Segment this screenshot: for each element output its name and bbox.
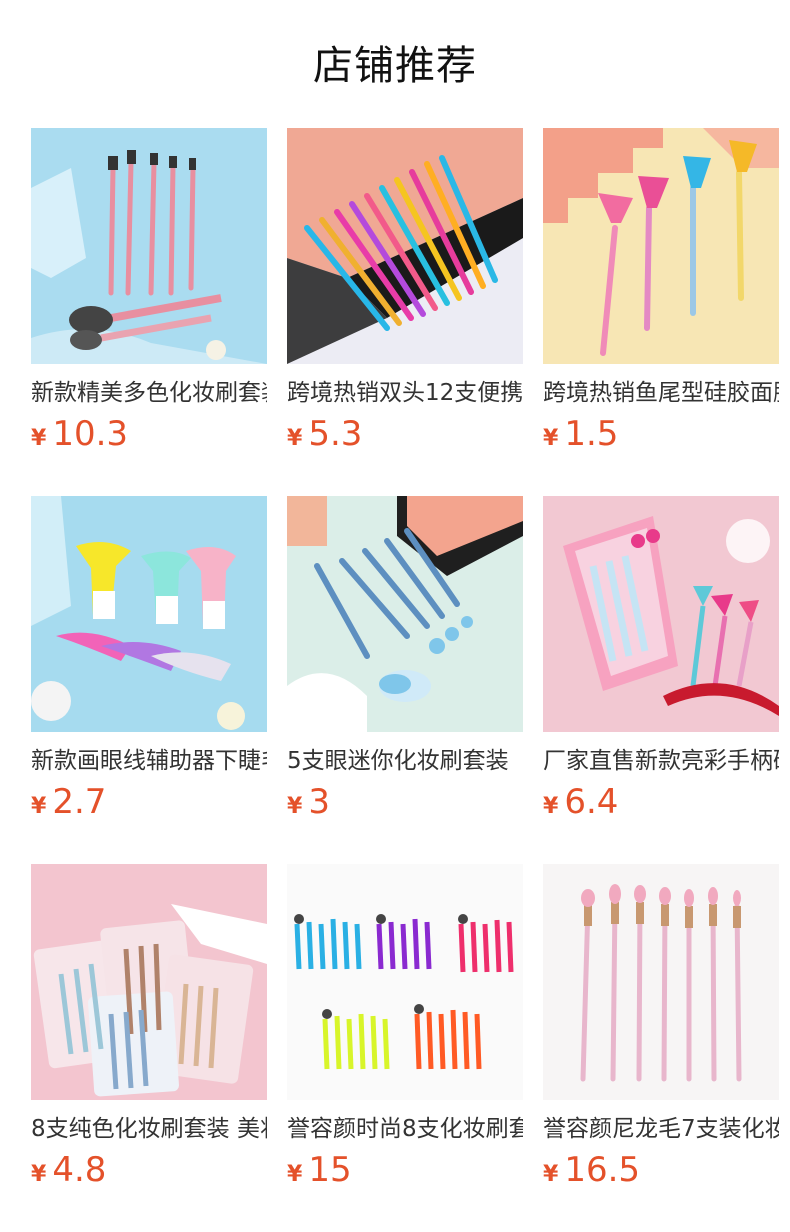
product-price: ¥ 2.7 [31, 782, 267, 826]
price-value: 1.5 [564, 414, 619, 454]
currency-symbol: ¥ [287, 794, 303, 819]
product-image[interactable] [543, 496, 779, 732]
product-image[interactable] [287, 128, 523, 364]
product-image[interactable] [543, 864, 779, 1100]
product-name[interactable]: 厂家直售新款亮彩手柄硅胶刷 [543, 744, 779, 778]
product-name[interactable]: 8支纯色化妆刷套装 美妆工具 [31, 1112, 267, 1146]
currency-symbol: ¥ [543, 1162, 559, 1187]
product-price: ¥ 1.5 [543, 414, 779, 458]
product-card[interactable]: 8支纯色化妆刷套装 美妆工具 ¥ 4.8 [31, 864, 267, 1232]
product-name[interactable]: 新款画眼线辅助器下睫毛辅助 [31, 744, 267, 778]
product-image[interactable] [543, 128, 779, 364]
product-name[interactable]: 新款精美多色化妆刷套装 [31, 376, 267, 410]
price-value: 15 [308, 1150, 352, 1190]
product-price: ¥ 4.8 [31, 1150, 267, 1194]
product-card[interactable]: 跨境热销双头12支便携眉刷 ¥ 5.3 [287, 128, 523, 496]
product-card[interactable]: 新款画眼线辅助器下睫毛辅助 ¥ 2.7 [31, 496, 267, 864]
product-name[interactable]: 5支眼迷你化妆刷套装 [287, 744, 523, 778]
product-price: ¥ 3 [287, 782, 523, 826]
currency-symbol: ¥ [543, 426, 559, 451]
product-price: ¥ 16.5 [543, 1150, 779, 1194]
product-price: ¥ 5.3 [287, 414, 523, 458]
price-value: 6.4 [564, 782, 619, 822]
product-image[interactable] [31, 128, 267, 364]
currency-symbol: ¥ [31, 426, 47, 451]
product-card[interactable]: 跨境热销鱼尾型硅胶面膜刷 ¥ 1.5 [543, 128, 779, 496]
currency-symbol: ¥ [31, 1162, 47, 1187]
page-title: 店铺推荐 [313, 43, 477, 89]
price-value: 5.3 [308, 414, 363, 454]
product-name[interactable]: 誉容颜尼龙毛7支装化妆刷 [543, 1112, 779, 1146]
product-image[interactable] [31, 496, 267, 732]
product-card[interactable]: 5支眼迷你化妆刷套装 ¥ 3 [287, 496, 523, 864]
product-card[interactable]: 誉容颜时尚8支化妆刷套装 ¥ 15 [287, 864, 523, 1232]
product-name[interactable]: 跨境热销双头12支便携眉刷 [287, 376, 523, 410]
currency-symbol: ¥ [287, 426, 303, 451]
product-image[interactable] [287, 864, 523, 1100]
currency-symbol: ¥ [543, 794, 559, 819]
product-name[interactable]: 誉容颜时尚8支化妆刷套装 [287, 1112, 523, 1146]
product-card[interactable]: 新款精美多色化妆刷套装 ¥ 10.3 [31, 128, 267, 496]
price-value: 2.7 [52, 782, 107, 822]
product-price: ¥ 10.3 [31, 414, 267, 458]
price-value: 16.5 [564, 1150, 641, 1190]
product-card[interactable]: 誉容颜尼龙毛7支装化妆刷 ¥ 16.5 [543, 864, 779, 1232]
product-grid: 新款精美多色化妆刷套装 ¥ 10.3 跨境热销双头12支便携 ¥ 5.3 跨境热… [31, 128, 779, 1232]
currency-symbol: ¥ [287, 1162, 303, 1187]
product-card[interactable]: 厂家直售新款亮彩手柄硅胶刷 ¥ 6.4 [543, 496, 779, 864]
currency-symbol: ¥ [31, 794, 47, 819]
price-value: 4.8 [52, 1150, 107, 1190]
product-image[interactable] [31, 864, 267, 1100]
product-name[interactable]: 跨境热销鱼尾型硅胶面膜刷 [543, 376, 779, 410]
product-image[interactable] [287, 496, 523, 732]
price-value: 3 [308, 782, 330, 822]
product-price: ¥ 15 [287, 1150, 523, 1194]
price-value: 10.3 [52, 414, 129, 454]
product-price: ¥ 6.4 [543, 782, 779, 826]
